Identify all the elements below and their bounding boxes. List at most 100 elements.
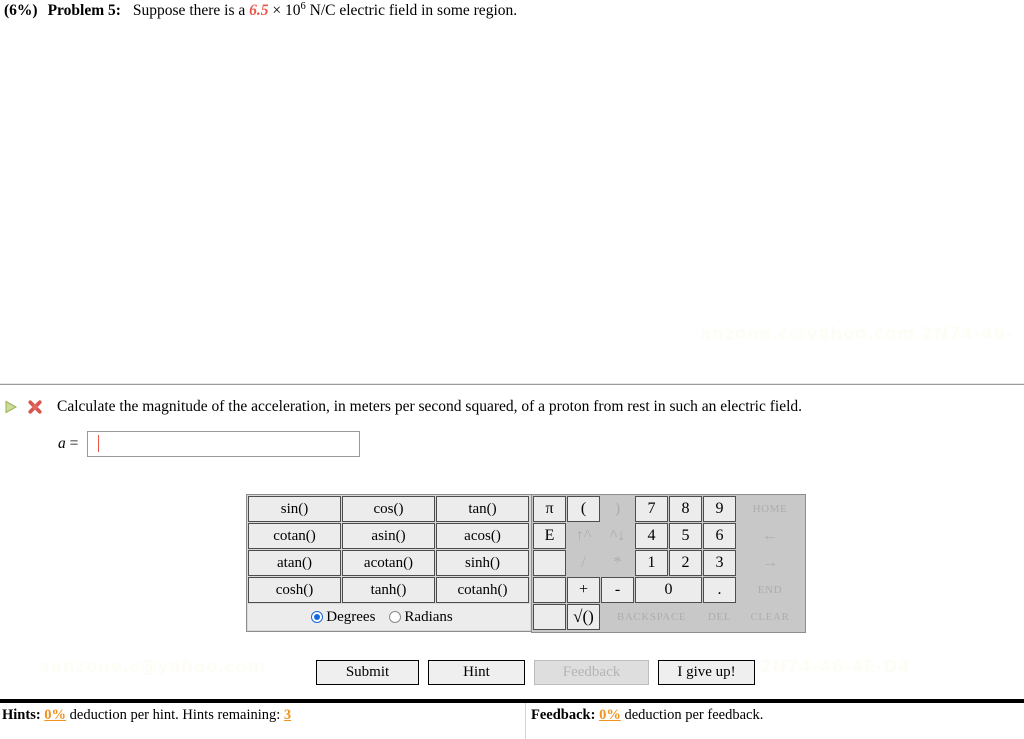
num-key-3[interactable]: 3: [703, 550, 736, 576]
footer-hints-text: deduction per hint. Hints remaining:: [69, 707, 281, 723]
num-key-blank: /: [567, 550, 600, 576]
func-key-atan[interactable]: atan(): [248, 550, 341, 576]
problem-percent: (6%): [4, 2, 38, 19]
numeric-key-row: π() 7 8 9 HOME: [533, 496, 804, 523]
footer-hints-remaining: 3: [283, 707, 292, 723]
footer-hints: Hints: 0% deduction per hint. Hints rema…: [2, 707, 291, 724]
function-key-row: sin() cos() tan(): [248, 496, 530, 523]
num-key-1[interactable]: 1: [635, 550, 668, 576]
num-key-blank: [533, 550, 566, 576]
text-caret: [98, 435, 99, 452]
answer-equals: =: [69, 435, 79, 452]
func-key-asin[interactable]: asin(): [342, 523, 435, 549]
statement-after: N/C electric field in some region.: [309, 2, 518, 19]
numeric-keypad: π() 7 8 9 HOME E ↑^ ^↓ 4 5 6 ← / * 1 2 3 → + -0. END √() BACKS…: [531, 494, 806, 633]
footer-hints-percent: 0%: [44, 707, 67, 723]
watermark-left: sanzone.c@yahoo.com: [40, 657, 266, 677]
answer-label: a =: [58, 435, 78, 453]
func-key-cotan[interactable]: cotan(): [248, 523, 341, 549]
radio-degrees-label: Degrees: [326, 608, 376, 625]
numeric-key-row: / * 1 2 3 →: [533, 550, 804, 577]
num-key-del: DEL: [703, 604, 736, 630]
footer-hints-key: Hints:: [2, 707, 41, 723]
radio-radians-label: Radians: [404, 608, 453, 625]
feedback-button: Feedback: [534, 660, 649, 685]
num-key-blank: ↑^: [567, 523, 600, 549]
func-key-tanh[interactable]: tanh(): [342, 577, 435, 603]
func-key-acotan[interactable]: acotan(): [342, 550, 435, 576]
watermark-right: 2N74-46-4E-D4: [760, 657, 911, 677]
num-key-blank[interactable]: √(): [567, 604, 600, 630]
num-key-blank[interactable]: -: [601, 577, 634, 603]
submit-button[interactable]: Submit: [316, 660, 419, 685]
func-key-cotanh[interactable]: cotanh(): [436, 577, 529, 603]
num-key-blank: [533, 577, 566, 603]
func-key-sin[interactable]: sin(): [248, 496, 341, 522]
num-key-home: HOME: [737, 496, 803, 522]
give-up-button[interactable]: I give up!: [658, 660, 755, 685]
func-key-acos[interactable]: acos(): [436, 523, 529, 549]
num-key-4[interactable]: 4: [635, 523, 668, 549]
section-divider: [0, 383, 1024, 385]
num-key-9[interactable]: 9: [703, 496, 736, 522]
num-key-blank: ^↓: [601, 523, 634, 549]
numeric-key-row: E ↑^ ^↓ 4 5 6 ←: [533, 523, 804, 550]
func-key-cosh[interactable]: cosh(): [248, 577, 341, 603]
problem-number: Problem 5:: [47, 2, 121, 19]
num-key-backspace: BACKSPACE: [601, 604, 702, 630]
num-key-blank: →: [737, 550, 803, 576]
problem-header: (6%) Problem 5: Suppose there is a 6.5 × 1…: [4, 0, 518, 20]
play-triangle-icon[interactable]: [3, 399, 19, 415]
num-key-blank: *: [601, 550, 634, 576]
action-bar: Submit Hint Feedback I give up!: [316, 660, 764, 685]
numeric-key-row: √() BACKSPACE DEL CLEAR: [533, 604, 804, 631]
radio-radians[interactable]: Radians: [389, 609, 466, 626]
answer-variable: a: [58, 435, 66, 452]
footer-feedback-percent: 0%: [599, 707, 621, 723]
func-key-cos[interactable]: cos(): [342, 496, 435, 522]
part-row: Calculate the magnitude of the accelerat…: [0, 394, 1024, 420]
num-key-blank[interactable]: π: [533, 496, 566, 522]
num-key-blank: ): [601, 496, 634, 522]
num-key-blank: [533, 604, 566, 630]
function-key-row: cotan() asin() acos(): [248, 523, 530, 550]
statement-before: Suppose there is a: [132, 2, 246, 19]
num-key-end: END: [737, 577, 803, 603]
num-key-blank[interactable]: .: [703, 577, 736, 603]
statement-value: 6.5: [249, 2, 269, 19]
num-key-0[interactable]: 0: [635, 577, 702, 603]
hint-button[interactable]: Hint: [428, 660, 525, 685]
calculator-keypad: sin() cos() tan() cotan() asin() acos() …: [246, 494, 806, 633]
num-key-7[interactable]: 7: [635, 496, 668, 522]
num-key-blank[interactable]: +: [567, 577, 600, 603]
footer-feedback-key: Feedback:: [531, 707, 596, 723]
num-key-6[interactable]: 6: [703, 523, 736, 549]
angle-mode-row: Degrees Radians: [248, 604, 530, 630]
func-key-sinh[interactable]: sinh(): [436, 550, 529, 576]
function-keypad: sin() cos() tan() cotan() asin() acos() …: [246, 494, 531, 632]
function-key-row: atan() acotan() sinh(): [248, 550, 530, 577]
function-key-row: cosh() tanh() cotanh(): [248, 577, 530, 604]
answer-row: a =: [58, 431, 361, 457]
radio-degrees-indicator[interactable]: [311, 611, 324, 623]
radio-radians-indicator[interactable]: [389, 611, 402, 623]
num-key-5[interactable]: 5: [669, 523, 702, 549]
footer-feedback-text: deduction per feedback.: [624, 707, 764, 723]
statement-exponent: 6: [300, 0, 306, 12]
problem-statement: Suppose there is a 6.5 × 106 N/C electri…: [132, 0, 518, 19]
incorrect-x-icon: [28, 400, 42, 414]
num-key-2[interactable]: 2: [669, 550, 702, 576]
footer-feedback: Feedback: 0% deduction per feedback.: [531, 707, 763, 724]
numeric-key-row: + -0. END: [533, 577, 804, 604]
num-key-clear: CLEAR: [737, 604, 803, 630]
part-question-text: Calculate the magnitude of the accelerat…: [57, 398, 802, 415]
statement-times: × 10: [272, 2, 301, 19]
answer-input[interactable]: [87, 431, 361, 457]
num-key-e[interactable]: E: [533, 523, 566, 549]
num-key-blank[interactable]: (: [567, 496, 600, 522]
radio-degrees[interactable]: Degrees: [311, 609, 389, 626]
footer-divider: [525, 703, 526, 739]
func-key-tan[interactable]: tan(): [436, 496, 529, 522]
num-key-8[interactable]: 8: [669, 496, 702, 522]
num-key-blank: ←: [737, 523, 803, 549]
